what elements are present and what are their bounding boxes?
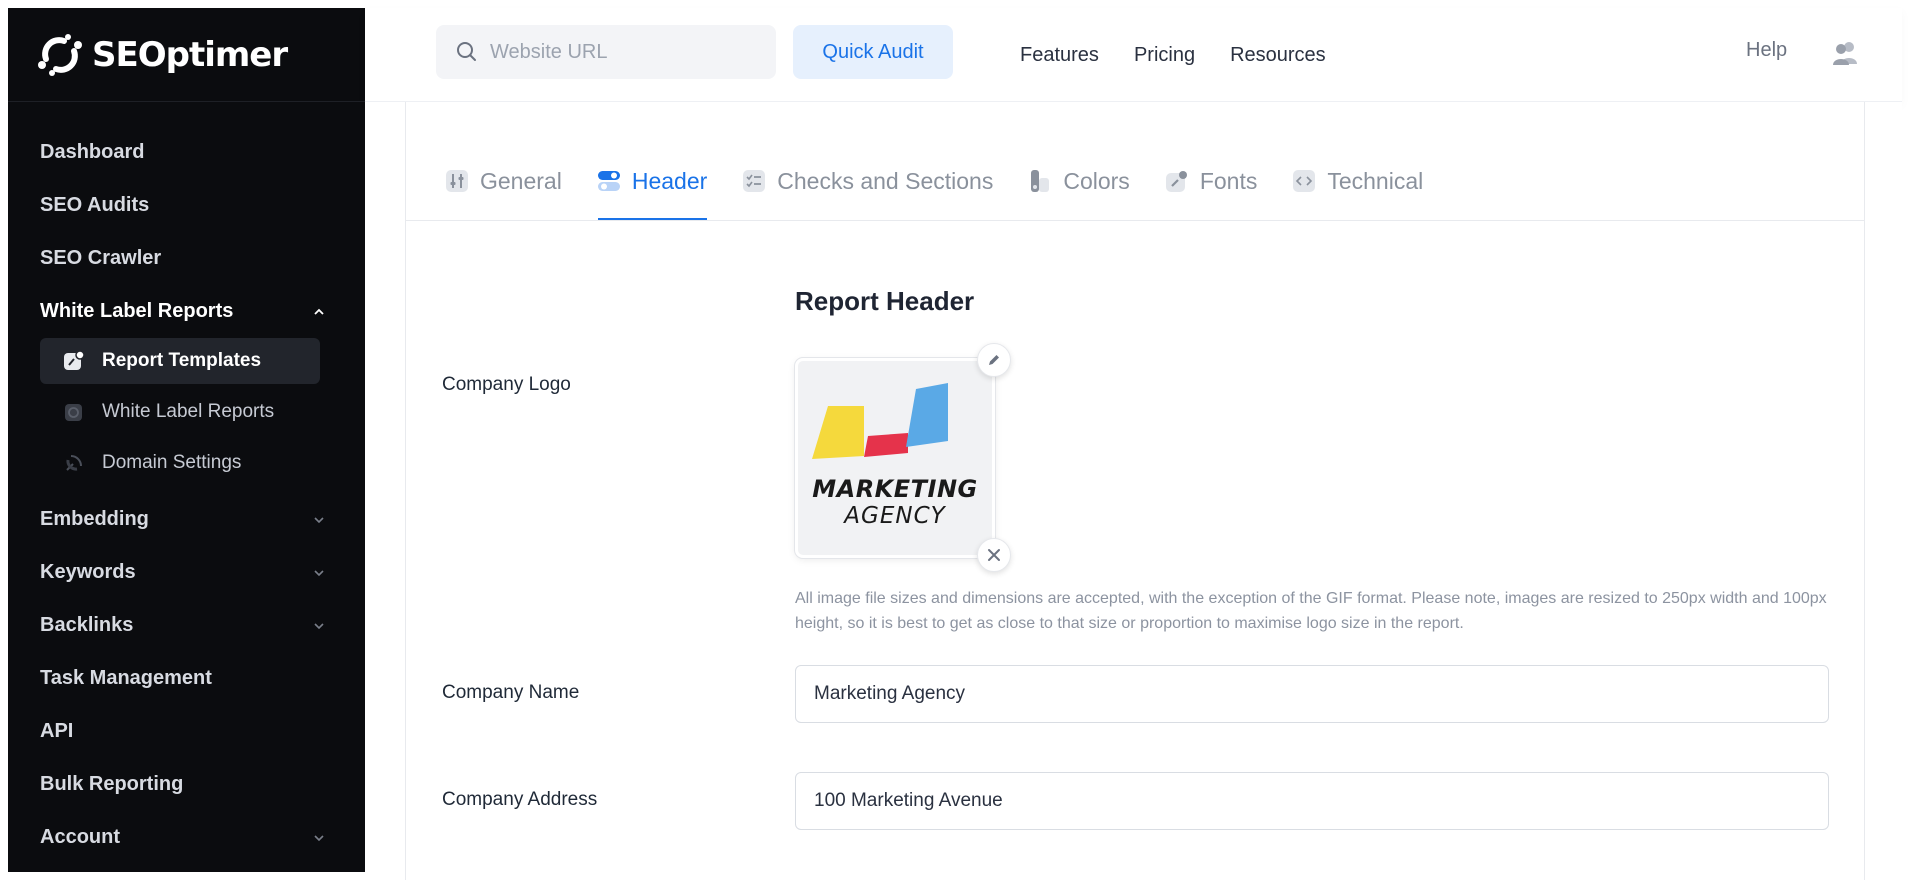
sidebar-item-label: Bulk Reporting — [40, 773, 184, 795]
brush-icon — [62, 349, 86, 373]
help-link[interactable]: Help — [1746, 39, 1787, 62]
tab-fonts[interactable]: Fonts — [1165, 142, 1258, 220]
sidebar-item-backlinks[interactable]: Backlinks — [8, 599, 365, 652]
logo-help-text: All image file sizes and dimensions are … — [795, 590, 1827, 632]
tab-label: Fonts — [1199, 167, 1258, 194]
website-url-input[interactable] — [490, 40, 760, 64]
brand-name: SEOptimer — [92, 34, 288, 75]
sidebar-item-api[interactable]: API — [8, 705, 365, 758]
sidebar-item-white-label-reports[interactable]: White Label Reports — [8, 285, 365, 338]
pencil-icon — [989, 355, 999, 365]
sidebar-subitem-report-templates[interactable]: Report Templates — [40, 338, 320, 384]
sidebar-nav: Dashboard SEO Audits SEO Crawler White L… — [8, 102, 365, 864]
sidebar-subitem-label: Report Templates — [102, 350, 262, 371]
company-address-label: Company Address — [442, 789, 598, 810]
sidebar-subitem-domain-settings[interactable]: Domain Settings — [40, 440, 320, 486]
sidebar-item-keywords[interactable]: Keywords — [8, 546, 365, 599]
brush-icon — [1165, 171, 1187, 192]
sidebar-subnav: Report Templates White Label Reports Dom… — [8, 338, 365, 493]
search-icon — [457, 42, 476, 61]
company-logo-preview[interactable]: MARKETING AGENCY — [795, 358, 995, 558]
tab-checks-and-sections[interactable]: Checks and Sections — [743, 142, 993, 220]
sidebar-item-label: White Label Reports — [40, 300, 234, 322]
tab-label: Header — [631, 167, 708, 194]
company-name-input[interactable] — [795, 665, 1829, 723]
top-nav: Features Pricing Resources — [1020, 8, 1361, 102]
sidebar-item-label: SEO Audits — [40, 194, 150, 216]
chevron-down-icon — [314, 516, 324, 523]
nav-link-resources[interactable]: Resources — [1230, 44, 1326, 67]
tabs-divider — [406, 220, 1864, 221]
seoptimer-logo-icon — [38, 33, 82, 76]
tab-colors[interactable]: Colors — [1029, 142, 1130, 220]
sidebar-item-embedding[interactable]: Embedding — [8, 493, 365, 546]
satellite-icon — [62, 451, 86, 475]
checklist-icon — [743, 170, 766, 192]
chevron-down-icon — [314, 622, 324, 629]
toggle-icon — [597, 171, 620, 191]
tab-label: Colors — [1063, 167, 1130, 194]
sidebar-item-seo-audits[interactable]: SEO Audits — [8, 179, 365, 232]
sidebar-item-label: Account — [40, 826, 120, 848]
company-name-label: Company Name — [442, 682, 580, 703]
sidebar-item-label: Dashboard — [40, 141, 145, 163]
user-icon[interactable] — [1830, 38, 1860, 68]
close-icon — [988, 549, 1000, 561]
sidebar-item-account[interactable]: Account — [8, 811, 365, 864]
sidebar: SEOptimer Dashboard SEO Audits SEO Crawl… — [8, 8, 365, 872]
company-logo-label: Company Logo — [442, 374, 571, 395]
sidebar-item-dashboard[interactable]: Dashboard — [8, 126, 365, 179]
sidebar-item-label: Embedding — [40, 508, 149, 530]
logo-text-line2: AGENCY — [844, 503, 946, 529]
settings-card: General Header Checks and Sections Color… — [405, 102, 1865, 880]
section-title: Report Header — [795, 286, 975, 316]
search-box[interactable] — [436, 25, 776, 79]
chevron-down-icon — [314, 834, 324, 841]
remove-logo-button[interactable] — [977, 538, 1011, 572]
chevron-up-icon — [314, 308, 324, 315]
chevron-down-icon — [314, 569, 324, 576]
sidebar-item-label: Task Management — [40, 667, 212, 689]
nav-link-features[interactable]: Features — [1020, 44, 1099, 67]
quick-audit-button[interactable]: Quick Audit — [793, 25, 953, 79]
tab-label: Technical — [1327, 167, 1424, 194]
logo-text-line1: MARKETING — [812, 475, 978, 503]
tab-header[interactable]: Header — [597, 142, 708, 220]
sidebar-subitem-label: White Label Reports — [102, 401, 275, 422]
sidebar-item-label: Keywords — [40, 561, 136, 583]
sidebar-item-label: SEO Crawler — [40, 247, 162, 269]
tab-label: Checks and Sections — [777, 167, 994, 194]
edit-logo-button[interactable] — [977, 343, 1011, 377]
company-address-input[interactable] — [795, 772, 1829, 830]
sidebar-item-task-management[interactable]: Task Management — [8, 652, 365, 705]
palette-icon — [1031, 170, 1050, 192]
sidebar-item-bulk-reporting[interactable]: Bulk Reporting — [8, 758, 365, 811]
sliders-icon — [446, 170, 468, 192]
brand[interactable]: SEOptimer — [8, 8, 365, 102]
sidebar-subitem-white-label-reports[interactable]: White Label Reports — [40, 389, 320, 435]
sidebar-item-seo-crawler[interactable]: SEO Crawler — [8, 232, 365, 285]
tab-general[interactable]: General — [446, 142, 562, 220]
code-icon — [1293, 170, 1316, 192]
sidebar-item-label: API — [40, 720, 74, 742]
sidebar-item-label: Backlinks — [40, 614, 134, 636]
tab-label: General — [480, 167, 562, 194]
nav-link-pricing[interactable]: Pricing — [1134, 44, 1195, 67]
top-bar: Quick Audit Features Pricing Resources H… — [365, 8, 1902, 102]
tab-technical[interactable]: Technical — [1293, 142, 1423, 220]
tab-bar: General Header Checks and Sections Color… — [446, 142, 1459, 220]
sidebar-subitem-label: Domain Settings — [102, 452, 242, 473]
report-icon — [62, 400, 86, 424]
